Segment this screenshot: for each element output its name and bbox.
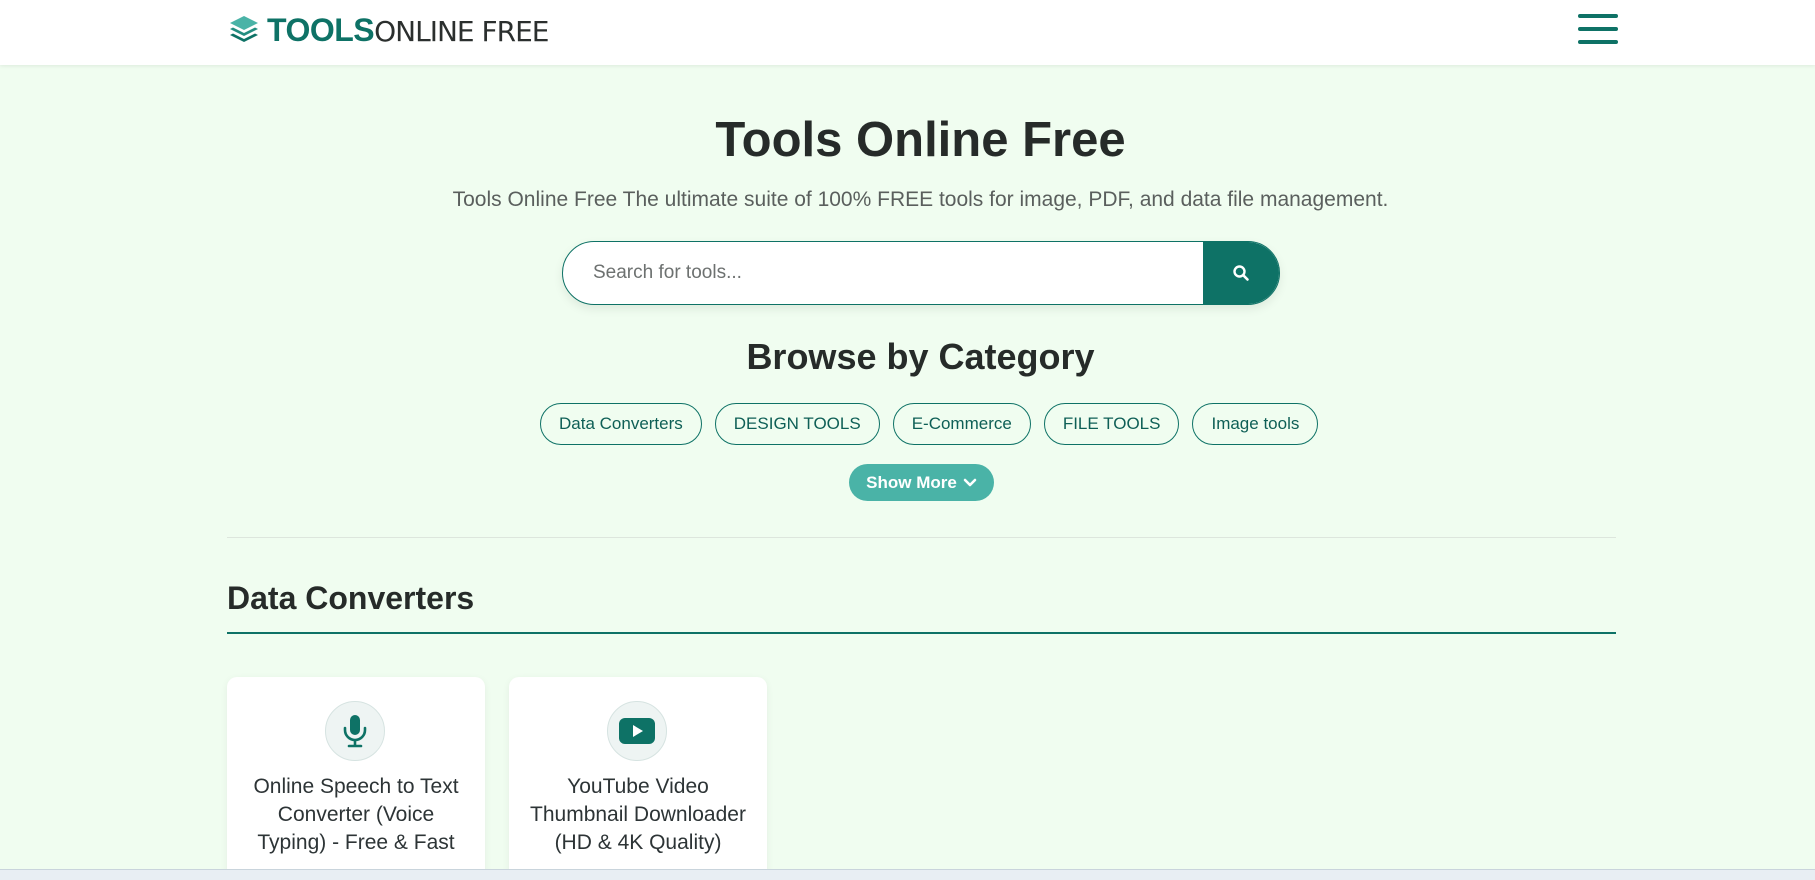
category-design-tools[interactable]: DESIGN TOOLS — [714, 403, 880, 445]
card-title: Online Speech to Text Converter (Voice T… — [253, 775, 459, 854]
search-input[interactable] — [563, 242, 1203, 304]
site-logo[interactable]: TOOLSONLINE FREE — [227, 10, 549, 50]
search-button[interactable] — [1203, 242, 1279, 304]
page-subtitle: Tools Online Free The ultimate suite of … — [452, 188, 1389, 211]
hamburger-menu-icon[interactable] — [1578, 14, 1618, 44]
search-icon — [1233, 265, 1249, 281]
show-more-label: Show More — [866, 472, 957, 492]
section-divider — [227, 537, 1616, 538]
category-file-tools[interactable]: FILE TOOLS — [1043, 403, 1180, 445]
site-header: TOOLSONLINE FREE — [0, 0, 1815, 65]
tool-card[interactable]: YouTube Video Thumbnail Downloader (HD &… — [509, 677, 767, 880]
category-list: Data Converters DESIGN TOOLS E-Commerce … — [540, 403, 1319, 445]
card-icon-wrap — [325, 701, 385, 761]
browse-heading: Browse by Category — [746, 336, 1095, 377]
logo-text: TOOLSONLINE FREE — [267, 12, 549, 48]
chevron-down-icon — [963, 478, 977, 486]
microphone-icon — [343, 715, 367, 748]
card-title: YouTube Video Thumbnail Downloader (HD &… — [530, 775, 746, 854]
category-data-converters[interactable]: Data Converters — [540, 403, 702, 445]
youtube-icon — [619, 718, 655, 744]
logo-bold-text: TOOLS — [267, 12, 375, 48]
card-icon-wrap — [607, 701, 667, 761]
search-bar — [562, 241, 1280, 305]
category-image-tools[interactable]: Image tools — [1192, 403, 1319, 445]
section-underline — [227, 632, 1616, 634]
tool-card[interactable]: Online Speech to Text Converter (Voice T… — [227, 677, 485, 880]
taskbar — [0, 869, 1815, 880]
category-e-commerce[interactable]: E-Commerce — [892, 403, 1031, 445]
page-title: Tools Online Free — [715, 113, 1126, 167]
section-title: Data Converters — [227, 580, 475, 616]
logo-light-text: ONLINE FREE — [374, 15, 549, 48]
show-more-button[interactable]: Show More — [849, 464, 994, 501]
layers-icon — [230, 16, 258, 42]
